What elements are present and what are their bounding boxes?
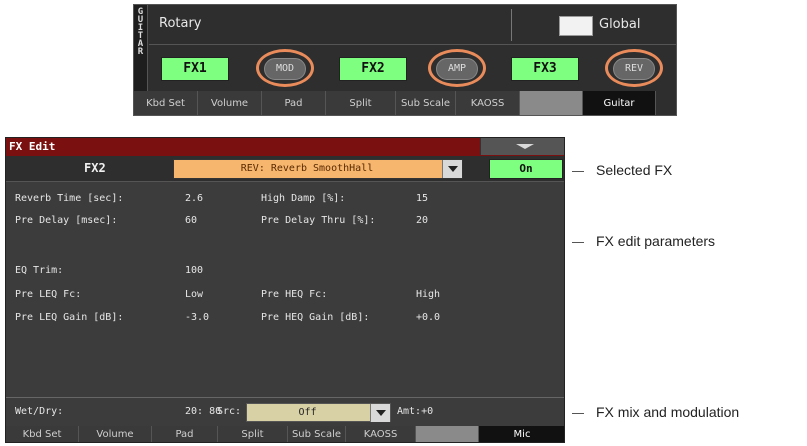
mix-row: Wet/Dry: 20: 80 Src: Off Amt:+0 — [6, 397, 564, 425]
fx-tab-bar: Kbd Set Volume Pad Split Sub Scale KAOSS… — [6, 426, 564, 442]
fx-type-label: REV: Reverb SmoothHall — [240, 163, 374, 174]
tab-sub-scale[interactable]: Sub Scale — [288, 426, 346, 442]
callout-selected-fx: Selected FX — [596, 162, 673, 178]
param-value[interactable]: 20 — [416, 215, 428, 226]
fx-header: FX2 REV: Reverb SmoothHall On — [6, 156, 564, 182]
divider — [511, 9, 512, 41]
param-value[interactable]: 2.6 — [185, 193, 203, 204]
tab-kaoss[interactable]: KAOSS — [456, 91, 520, 115]
callout-line — [572, 171, 584, 172]
amount-value[interactable]: Amt:+0 — [397, 406, 433, 417]
src-selector[interactable]: Off — [246, 403, 391, 422]
param-label: EQ Trim: — [15, 265, 64, 276]
wet-dry-label: Wet/Dry: — [15, 406, 64, 417]
guitar-side-label: G U I T A R — [134, 5, 148, 92]
tab-volume[interactable]: Volume — [79, 426, 152, 442]
mod-button[interactable]: MOD — [264, 58, 306, 80]
param-label: Pre HEQ Fc: — [261, 289, 328, 300]
src-value: Off — [298, 407, 317, 418]
callout-line — [572, 413, 584, 414]
tab-guitar[interactable]: Guitar — [583, 91, 656, 115]
title-bar: FX Edit — [6, 138, 564, 156]
callout-edit-params: FX edit parameters — [596, 233, 716, 249]
chevron-down-icon[interactable] — [370, 404, 390, 422]
param-value[interactable]: 60 — [185, 215, 197, 226]
menu-arrow-icon[interactable] — [480, 138, 564, 155]
fx2-button[interactable]: FX2 — [339, 57, 407, 81]
tab-mic[interactable]: Mic — [479, 426, 564, 442]
preset-row: Rotary Global — [149, 5, 676, 45]
callout-line — [572, 242, 584, 243]
param-label: Reverb Time [sec]: — [15, 193, 124, 204]
tab-kbd-set[interactable]: Kbd Set — [134, 91, 198, 115]
tab-sub-scale[interactable]: Sub Scale — [396, 91, 456, 115]
rev-button[interactable]: REV — [613, 58, 655, 80]
param-label: Pre Delay [msec]: — [15, 215, 118, 226]
global-label: Global — [599, 17, 641, 32]
fx1-button[interactable]: FX1 — [161, 57, 229, 81]
param-label: Pre LEQ Gain [dB]: — [15, 312, 124, 323]
fx-type-selector[interactable]: REV: Reverb SmoothHall — [173, 159, 463, 179]
callout-mix-mod: FX mix and modulation — [596, 404, 740, 420]
param-value[interactable]: 15 — [416, 193, 428, 204]
param-value[interactable]: -3.0 — [185, 312, 209, 323]
tab-empty — [416, 426, 479, 442]
page-title: FX Edit — [9, 140, 56, 153]
tab-pad[interactable]: Pad — [152, 426, 218, 442]
fx-edit-panel: FX Edit FX2 REV: Reverb SmoothHall On Re… — [5, 137, 565, 443]
tab-volume[interactable]: Volume — [198, 91, 262, 115]
fx3-button[interactable]: FX3 — [511, 57, 579, 81]
tab-kbd-set[interactable]: Kbd Set — [6, 426, 79, 442]
param-value[interactable]: Low — [185, 289, 203, 300]
src-label: Src: — [217, 406, 242, 417]
chevron-down-icon[interactable] — [442, 160, 462, 178]
tab-kaoss[interactable]: KAOSS — [346, 426, 416, 442]
param-label: High Damp [%]: — [261, 193, 346, 204]
param-label: Pre LEQ Fc: — [15, 289, 82, 300]
preset-name[interactable]: Rotary — [159, 16, 202, 31]
fx-on-button[interactable]: On — [489, 159, 563, 179]
amp-button[interactable]: AMP — [436, 58, 478, 80]
wet-dry-value[interactable]: 20: 80 — [185, 406, 221, 417]
guitar-panel: G U I T A R Rotary Global FX1 MOD FX2 AM… — [133, 4, 677, 116]
tab-empty — [520, 91, 583, 115]
param-label: Pre HEQ Gain [dB]: — [261, 312, 370, 323]
tab-split[interactable]: Split — [326, 91, 396, 115]
param-value[interactable]: 100 — [185, 265, 203, 276]
fx-slot-name: FX2 — [84, 161, 106, 175]
guitar-tab-bar: Kbd Set Volume Pad Split Sub Scale KAOSS… — [134, 91, 656, 115]
global-checkbox[interactable] — [559, 16, 593, 36]
tab-pad[interactable]: Pad — [262, 91, 326, 115]
param-value[interactable]: +0.0 — [416, 312, 440, 323]
param-value[interactable]: High — [416, 289, 440, 300]
tab-split[interactable]: Split — [218, 426, 288, 442]
param-label: Pre Delay Thru [%]: — [261, 215, 376, 226]
